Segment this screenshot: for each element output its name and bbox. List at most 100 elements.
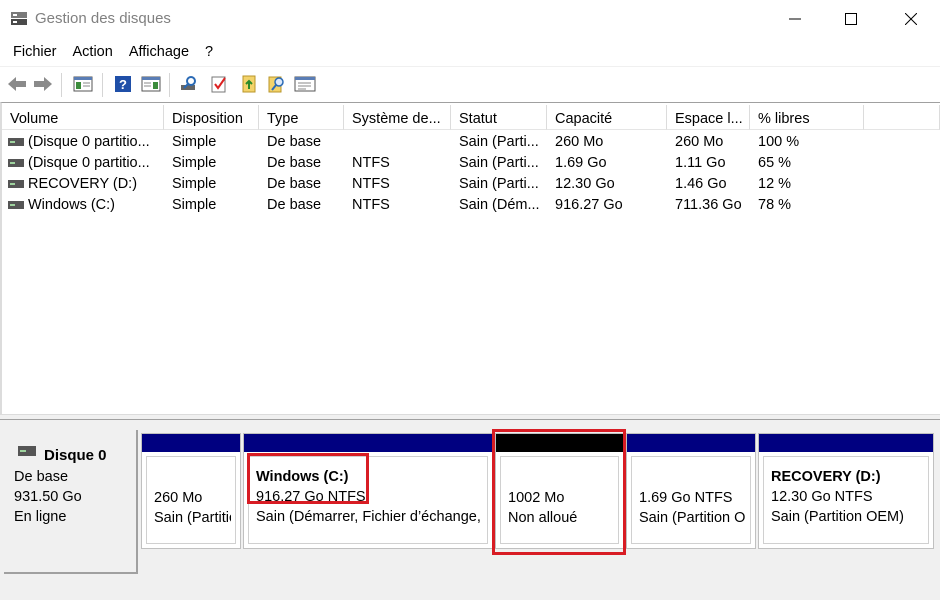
- minimize-icon: [789, 18, 801, 20]
- rescan-button[interactable]: [178, 73, 200, 95]
- column-header-pourcent-libres[interactable]: % libres: [750, 105, 864, 130]
- action-pane-icon: [141, 76, 161, 92]
- partition-block[interactable]: 260 Mo Sain (Partition: [141, 433, 241, 549]
- cell-volume: (Disque 0 partitio...: [28, 134, 150, 150]
- cell-statut: Sain (Parti...: [459, 134, 539, 150]
- toolbar-separator: [61, 73, 62, 97]
- toolbar-separator: [102, 73, 103, 97]
- column-header-filesystem[interactable]: Système de...: [344, 105, 451, 130]
- cell-espace-libre: 711.36 Go: [675, 197, 742, 213]
- highlight-box-windows: [247, 453, 369, 504]
- cell-volume: (Disque 0 partitio...: [28, 155, 150, 171]
- forward-arrow-icon: [34, 77, 52, 91]
- menu-affichage[interactable]: Affichage: [121, 40, 197, 66]
- drive-icon: [8, 180, 24, 188]
- table-row[interactable]: Windows (C:) Simple De base NTFS Sain (D…: [2, 195, 940, 216]
- partition-size: 260 Mo: [154, 490, 203, 506]
- partition-status: Sain (Partition OEM): [771, 509, 904, 525]
- disk-size: 931.50 Go: [14, 489, 82, 505]
- search-icon: [268, 76, 284, 93]
- disk-management-icon: [11, 12, 27, 25]
- console-tree-button[interactable]: [72, 73, 94, 95]
- window-title: Gestion des disques: [35, 10, 171, 27]
- import-button[interactable]: [238, 73, 260, 95]
- partition-block-recovery[interactable]: RECOVERY (D:) 12.30 Go NTFS Sain (Partit…: [758, 433, 934, 549]
- table-row[interactable]: (Disque 0 partitio... Simple De base Sai…: [2, 132, 940, 153]
- cell-type: De base: [267, 155, 322, 171]
- partition-title: RECOVERY (D:): [771, 469, 881, 485]
- column-header-type[interactable]: Type: [259, 105, 344, 130]
- cell-disposition: Simple: [172, 197, 217, 213]
- cell-disposition: Simple: [172, 134, 217, 150]
- minimize-button[interactable]: [766, 0, 824, 38]
- partition-bar: [627, 434, 755, 452]
- properties-icon: [294, 76, 316, 92]
- cell-statut: Sain (Dém...: [459, 197, 540, 213]
- disk-0-label[interactable]: Disque 0 De base 931.50 Go En ligne: [4, 430, 138, 574]
- disk-name: Disque 0: [44, 447, 107, 464]
- disk-icon: [18, 446, 36, 456]
- cell-filesystem: NTFS: [352, 197, 390, 213]
- title-bar: Gestion des disques: [0, 0, 940, 38]
- cell-capacite: 1.69 Go: [555, 155, 607, 171]
- search-button[interactable]: [266, 73, 288, 95]
- maximize-button[interactable]: [822, 0, 880, 38]
- cell-filesystem: NTFS: [352, 176, 390, 192]
- cell-filesystem: [352, 132, 449, 134]
- column-header-statut[interactable]: Statut: [451, 105, 547, 130]
- partition-status: Sain (Démarrer, Fichier d’échange,: [256, 509, 481, 525]
- cell-pourcent-libres: 100 %: [758, 134, 800, 150]
- maximize-icon: [845, 13, 857, 25]
- cell-pourcent-libres: 65 %: [758, 155, 792, 171]
- console-tree-icon: [73, 76, 93, 92]
- column-header-volume[interactable]: Volume: [2, 105, 164, 130]
- help-button[interactable]: ?: [112, 73, 134, 95]
- volume-list-header: Volume Disposition Type Système de... St…: [2, 105, 940, 130]
- menu-fichier[interactable]: Fichier: [5, 40, 65, 66]
- disk-status: En ligne: [14, 509, 67, 525]
- svg-text:?: ?: [119, 77, 127, 92]
- toolbar-separator: [169, 73, 170, 97]
- cell-type: De base: [267, 176, 322, 192]
- back-button[interactable]: [6, 73, 28, 95]
- help-icon: ?: [115, 76, 131, 92]
- cell-filesystem: NTFS: [352, 155, 390, 171]
- cell-capacite: 12.30 Go: [555, 176, 615, 192]
- column-header-espace-libre[interactable]: Espace l...: [667, 105, 750, 130]
- disk-map: Disque 0 De base 931.50 Go En ligne 260 …: [0, 420, 940, 600]
- properties-button[interactable]: [294, 73, 316, 95]
- cell-capacite: 260 Mo: [555, 134, 604, 150]
- cell-statut: Sain (Parti...: [459, 155, 539, 171]
- forward-button[interactable]: [32, 73, 54, 95]
- column-header-disposition[interactable]: Disposition: [164, 105, 259, 130]
- check-button[interactable]: [208, 73, 230, 95]
- check-icon: [211, 76, 226, 93]
- partition-block[interactable]: 1.69 Go NTFS Sain (Partition OE: [626, 433, 756, 549]
- rescan-icon: [181, 76, 196, 90]
- drive-icon: [8, 138, 24, 146]
- partition-bar: [244, 434, 492, 452]
- close-button[interactable]: [882, 0, 940, 38]
- table-row[interactable]: (Disque 0 partitio... Simple De base NTF…: [2, 153, 940, 174]
- action-pane-button[interactable]: [140, 73, 162, 95]
- drive-icon: [8, 201, 24, 209]
- table-row[interactable]: RECOVERY (D:) Simple De base NTFS Sain (…: [2, 174, 940, 195]
- toolbar: ?: [0, 66, 940, 100]
- partition-status: Sain (Partition OE: [639, 510, 746, 526]
- cell-disposition: Simple: [172, 155, 217, 171]
- cell-type: De base: [267, 197, 322, 213]
- highlight-box-unallocated: [492, 429, 626, 555]
- cell-volume: Windows (C:): [28, 197, 116, 213]
- partition-status: Sain (Partition: [154, 510, 231, 526]
- column-header-capacite[interactable]: Capacité: [547, 105, 667, 130]
- menu-help[interactable]: ?: [197, 40, 221, 66]
- cell-capacite: 916.27 Go: [555, 197, 623, 213]
- menu-action[interactable]: Action: [65, 40, 121, 66]
- partition-bar: [142, 434, 240, 452]
- column-header-filler: [864, 105, 940, 130]
- volume-list[interactable]: Volume Disposition Type Système de... St…: [0, 102, 940, 414]
- back-arrow-icon: [8, 77, 26, 91]
- cell-espace-libre: 1.11 Go: [675, 155, 726, 171]
- import-icon: [242, 75, 256, 93]
- disk-type: De base: [14, 469, 69, 485]
